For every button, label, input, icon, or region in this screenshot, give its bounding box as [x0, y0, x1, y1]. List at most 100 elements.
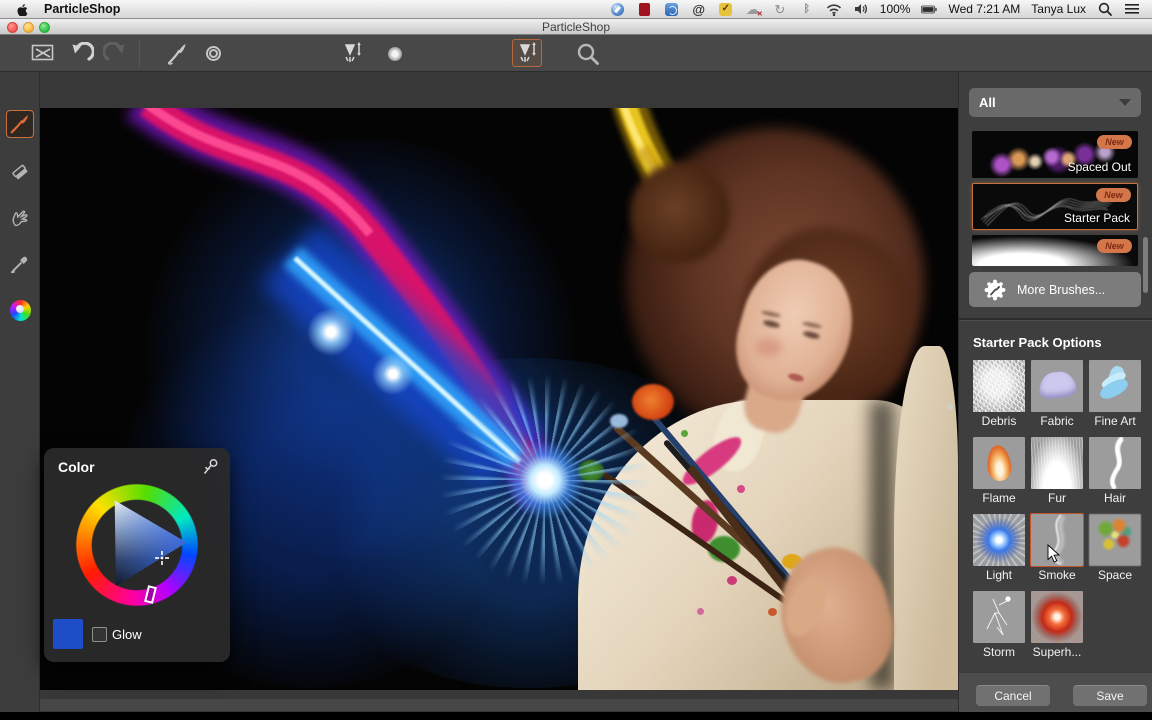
menubar-clock[interactable]: Wed 7:21 AM [948, 2, 1020, 16]
opacity-pen-pressure-toggle[interactable] [512, 39, 542, 67]
option-fine-art[interactable] [1089, 360, 1141, 412]
wifi-icon[interactable] [826, 2, 842, 17]
option-label: Light [969, 568, 1029, 582]
toolbar-divider [139, 39, 140, 68]
panel-divider [959, 318, 1152, 321]
current-color-swatch[interactable] [53, 619, 83, 649]
option-light[interactable] [973, 514, 1025, 566]
opacity-icon [388, 35, 402, 72]
red-app-icon[interactable] [637, 2, 653, 17]
screen: ParticleShop @ ✓ ☁ ↻ ᛒ 100% Wed 7:21 AM … [0, 0, 1152, 720]
brush-pack-spaced-out[interactable]: New Spaced Out [972, 131, 1138, 178]
new-badge: New [1096, 188, 1131, 202]
option-storm[interactable] [973, 591, 1025, 643]
color-wheel-tool-button[interactable] [6, 296, 34, 324]
option-label: Fur [1027, 491, 1087, 505]
option-label: Fine Art [1085, 414, 1145, 428]
cancel-button[interactable]: Cancel [976, 685, 1050, 706]
brush-pack-name: Starter Pack [1064, 211, 1130, 225]
transform-tool-button[interactable] [31, 35, 56, 72]
option-label: Smoke [1027, 568, 1087, 582]
woman-arm [894, 346, 958, 690]
option-space[interactable] [1089, 514, 1141, 566]
canvas-scroll-dot[interactable] [947, 404, 953, 410]
paint-splatter [697, 608, 704, 615]
panel-bottom-bar: Cancel Save [959, 672, 1152, 712]
more-brushes-button[interactable]: More Brushes... [969, 272, 1141, 307]
notification-center-icon[interactable] [1124, 2, 1140, 17]
option-debris[interactable] [973, 360, 1025, 412]
horizontal-scrollbar-track[interactable] [40, 699, 958, 711]
option-hair[interactable] [1089, 437, 1141, 489]
undo-button[interactable] [68, 35, 94, 72]
brush-filter-value: All [979, 95, 996, 110]
menubar: ParticleShop @ ✓ ☁ ↻ ᛒ 100% Wed 7:21 AM … [0, 0, 1152, 19]
brush-panel: All New Spaced Out New Starter Pack [958, 72, 1152, 712]
light-sparkle [370, 351, 416, 397]
option-label: Hair [1085, 491, 1145, 505]
option-fur[interactable] [1031, 437, 1083, 489]
sync-icon[interactable]: ↻ [772, 2, 788, 17]
pan-hand-tool-button[interactable] [6, 204, 34, 232]
option-label: Fabric [1027, 414, 1087, 428]
light-sparkle [305, 306, 357, 358]
window-title: ParticleShop [0, 20, 1152, 34]
cloud-error-icon[interactable]: ☁ [745, 2, 761, 17]
woman-hair-bun [630, 163, 730, 263]
option-label: Flame [969, 491, 1029, 505]
zoom-icon [576, 35, 600, 72]
brush-filter-dropdown[interactable]: All [969, 88, 1141, 117]
checkmark-icon[interactable]: ✓ [718, 2, 734, 17]
eraser-tool-button[interactable] [6, 158, 34, 186]
at-icon[interactable]: @ [691, 2, 707, 17]
option-fabric[interactable] [1031, 360, 1083, 412]
volume-icon[interactable] [853, 2, 869, 17]
pin-icon[interactable] [200, 457, 220, 477]
brush-list-scrollbar[interactable] [1143, 237, 1148, 293]
light-starburst [435, 370, 655, 590]
compass-icon[interactable] [610, 2, 626, 17]
option-label: Debris [969, 414, 1029, 428]
glow-checkbox[interactable] [92, 627, 107, 642]
save-button[interactable]: Save [1073, 685, 1147, 706]
paint-splatter [737, 485, 745, 493]
section-title: Starter Pack Options [973, 335, 1102, 350]
menubar-user[interactable]: Tanya Lux [1031, 2, 1086, 16]
option-superheat[interactable] [1031, 591, 1083, 643]
bluetooth-icon[interactable]: ᛒ [799, 2, 815, 17]
brush-size-icon [206, 35, 221, 72]
menubar-app-name[interactable]: ParticleShop [44, 2, 120, 16]
face-detail [756, 338, 782, 356]
color-selector-crosshair[interactable] [155, 551, 169, 565]
eyedropper-tool-button[interactable] [6, 250, 34, 278]
color-panel[interactable]: Color Glow [44, 448, 230, 662]
blue-sync-app-icon[interactable] [664, 2, 680, 17]
brush-pack-starter-pack[interactable]: New Starter Pack [972, 183, 1138, 230]
new-badge: New [1097, 135, 1132, 149]
size-pen-pressure-toggle[interactable] [337, 39, 367, 67]
brush-pack-next[interactable]: New [972, 235, 1138, 266]
apple-menu-icon[interactable] [14, 2, 30, 17]
option-label: Superh... [1027, 645, 1087, 659]
redo-button[interactable] [103, 35, 129, 72]
spotlight-search-icon[interactable] [1097, 2, 1113, 17]
new-badge: New [1097, 239, 1132, 253]
more-brushes-label: More Brushes... [1017, 283, 1105, 297]
brush-stroke-icon[interactable] [164, 35, 188, 72]
desktop-background [0, 712, 1152, 720]
paint-splatter [768, 608, 777, 616]
glow-label: Glow [112, 627, 142, 642]
tools-sidebar: ? [0, 72, 40, 712]
battery-icon[interactable] [921, 2, 937, 17]
brush-splat-icon [983, 278, 1007, 302]
paint-splatter [727, 576, 737, 585]
toolbar: 549 100% 300% [0, 35, 1152, 72]
option-label: Storm [969, 645, 1029, 659]
brush-tool-button[interactable] [6, 110, 34, 138]
brush-pack-name: Spaced Out [1068, 160, 1131, 174]
option-flame[interactable] [973, 437, 1025, 489]
color-panel-title: Color [58, 459, 95, 475]
chevron-down-icon [1119, 99, 1131, 106]
paint-splatter [681, 430, 688, 437]
option-label: Space [1085, 568, 1145, 582]
